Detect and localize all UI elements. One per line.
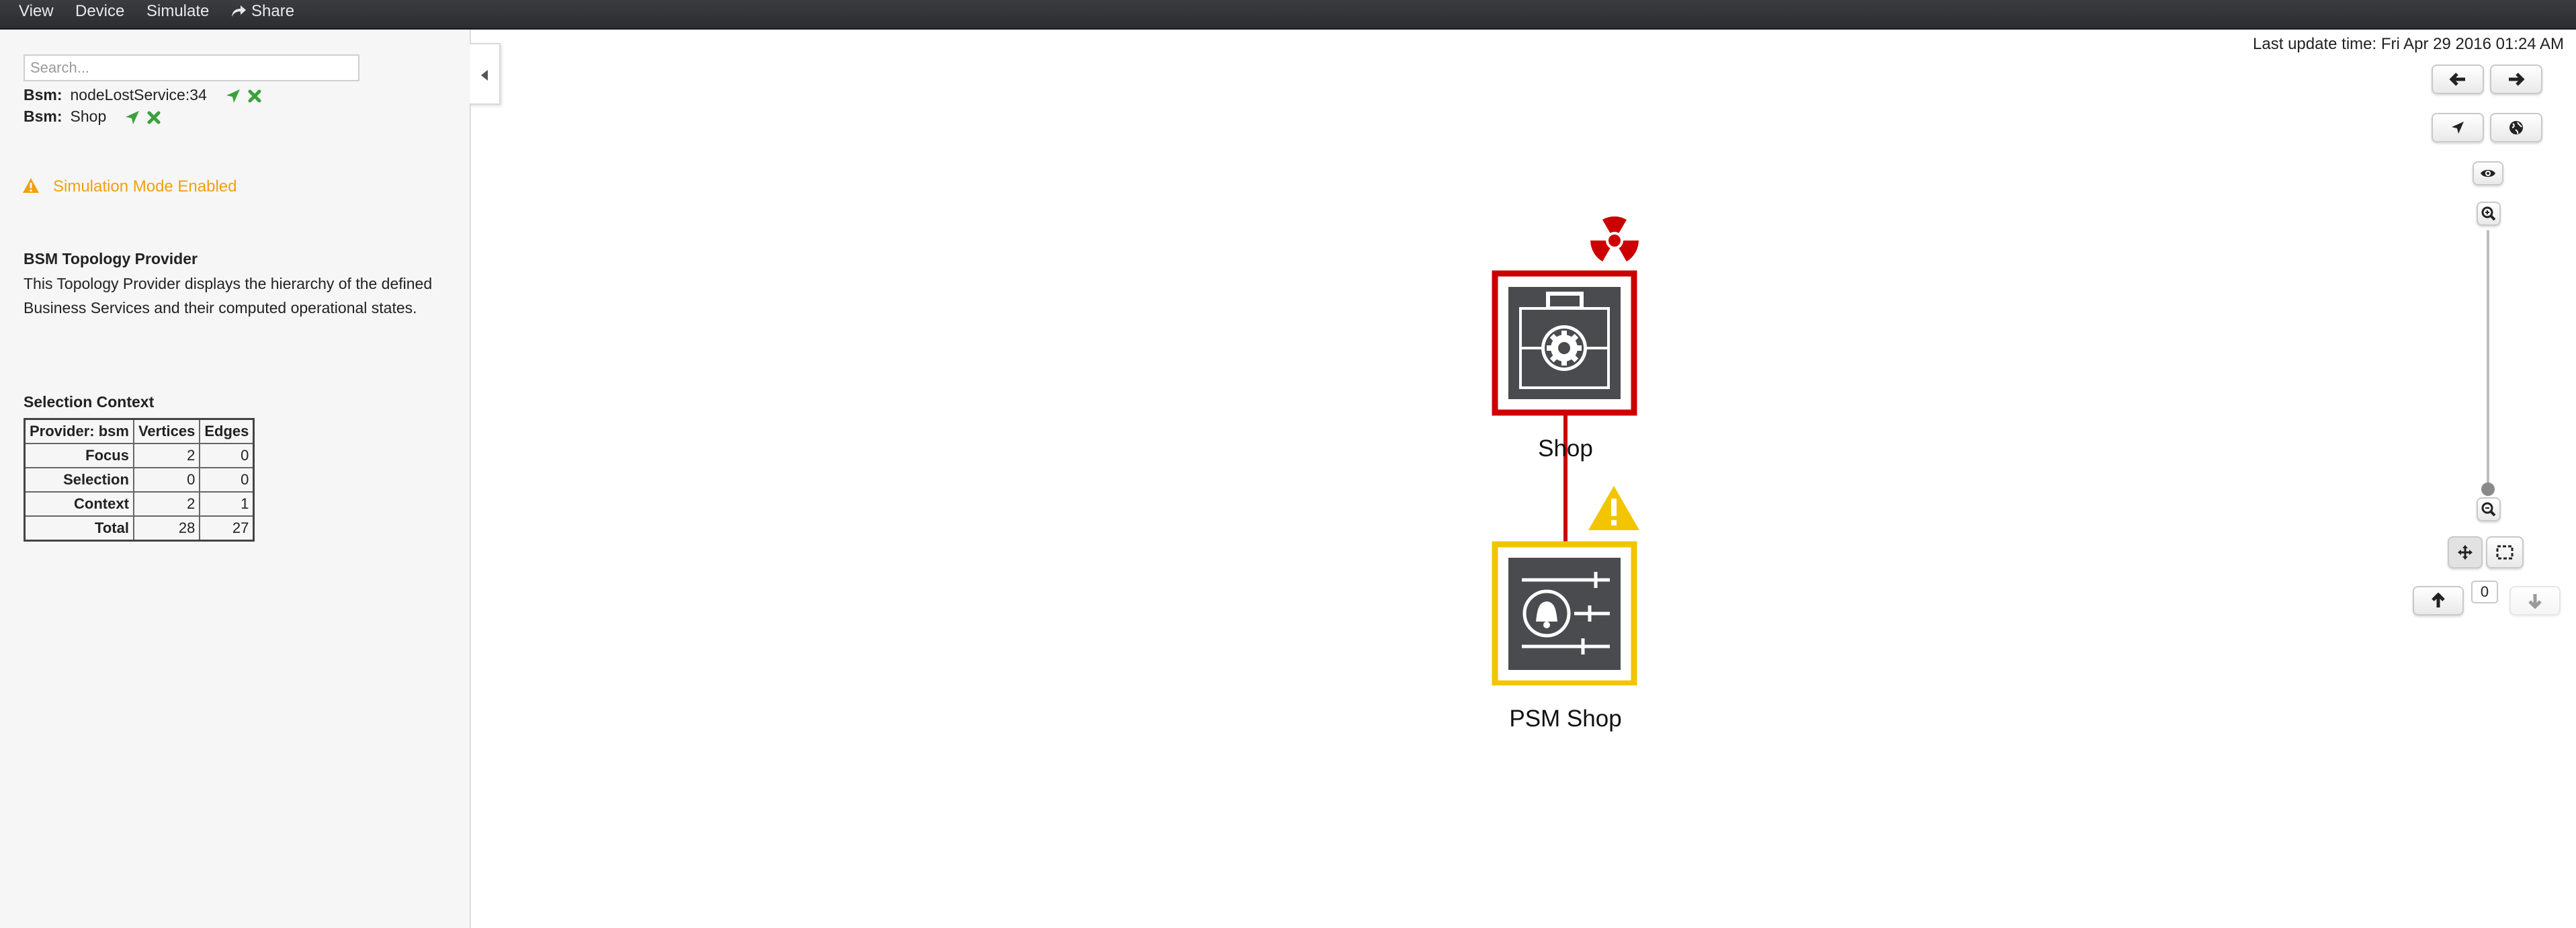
vertices-cell: 2 xyxy=(132,491,201,517)
search-criteria-item: Bsm: nodeLostService:34 xyxy=(24,85,263,105)
menu-device[interactable]: Device xyxy=(75,0,124,28)
center-view-button[interactable] xyxy=(2432,113,2484,142)
row-label: Selection xyxy=(24,467,134,493)
zoom-in-icon xyxy=(2481,206,2496,221)
zoom-out-icon xyxy=(2481,502,2496,517)
zoom-in-button[interactable] xyxy=(2477,202,2501,226)
row-label: Context xyxy=(24,491,134,517)
criteria-value: nodeLostService:34 xyxy=(70,86,207,103)
provider-title: BSM Topology Provider xyxy=(24,250,198,267)
semantic-zoom-level: 0 xyxy=(2471,581,2498,603)
warning-icon xyxy=(23,178,39,193)
arrow-down-icon xyxy=(2528,594,2542,609)
row-label: Total xyxy=(24,515,134,542)
alarm-sliders-icon xyxy=(1508,558,1621,670)
warning-status-icon xyxy=(1588,486,1639,530)
caret-left-icon xyxy=(481,70,488,81)
table-header-row: Provider: bsm Vertices Edges xyxy=(24,418,255,444)
simulation-mode-text: Simulation Mode Enabled xyxy=(53,177,237,196)
selection-context-table: Provider: bsm Vertices Edges Focus 2 0 S… xyxy=(24,418,255,542)
row-label: Focus xyxy=(24,443,134,468)
arrow-left-icon xyxy=(2449,73,2465,86)
simulation-mode-notice: Simulation Mode Enabled xyxy=(22,177,237,196)
focus-arrow-icon[interactable] xyxy=(224,87,242,105)
briefcase-gear-icon xyxy=(1508,287,1621,399)
selection-context-title: Selection Context xyxy=(24,393,155,411)
vertices-cell: 0 xyxy=(132,467,201,493)
column-header: Provider: bsm xyxy=(24,418,134,444)
vertices-cell: 2 xyxy=(132,443,201,468)
provider-description: This Topology Provider displays the hier… xyxy=(24,275,433,317)
history-forward-button[interactable] xyxy=(2490,65,2542,94)
arrow-right-icon xyxy=(2509,73,2525,86)
criteria-value: Shop xyxy=(70,108,107,125)
search-input[interactable] xyxy=(24,54,359,81)
focus-arrow-icon[interactable] xyxy=(124,109,141,126)
table-row: Total 28 27 xyxy=(24,515,255,542)
arrow-up-icon xyxy=(2432,593,2445,607)
critical-status-icon xyxy=(1590,216,1639,262)
select-mode-button[interactable] xyxy=(2486,536,2524,568)
pan-mode-button[interactable] xyxy=(2448,536,2483,568)
search-criteria-item: Bsm: Shop xyxy=(24,106,163,126)
vertex-label-shop: Shop xyxy=(1538,435,1593,462)
semantic-zoom-up-button[interactable] xyxy=(2413,586,2464,616)
menu-view[interactable]: View xyxy=(19,0,54,28)
semantic-zoom-down-button[interactable] xyxy=(2509,586,2561,616)
history-back-button[interactable] xyxy=(2432,65,2484,94)
move-arrows-icon xyxy=(2458,545,2473,560)
share-label: Share xyxy=(251,2,295,20)
edges-cell: 0 xyxy=(199,443,255,468)
menu-share[interactable]: Share xyxy=(230,0,294,28)
vertex-label-psm-shop: PSM Shop xyxy=(1509,706,1622,732)
globe-icon xyxy=(2509,121,2523,134)
vertex-shop[interactable] xyxy=(1492,270,1637,416)
marquee-select-icon xyxy=(2496,545,2514,560)
menu-simulate[interactable]: Simulate xyxy=(146,0,209,28)
eye-icon xyxy=(2481,169,2495,177)
last-update-time: Last update time: Fri Apr 29 2016 01:24 … xyxy=(2253,35,2564,53)
vertices-cell: 28 xyxy=(132,515,201,542)
zoom-slider-track[interactable] xyxy=(2487,230,2489,489)
location-arrow-icon xyxy=(2452,122,2464,134)
table-row: Context 2 1 xyxy=(24,491,255,517)
edges-cell: 1 xyxy=(199,491,255,517)
column-header: Edges xyxy=(199,418,255,444)
table-row: Selection 0 0 xyxy=(24,467,255,493)
share-icon xyxy=(232,5,246,17)
show-all-button[interactable] xyxy=(2473,161,2503,185)
edges-cell: 27 xyxy=(199,515,255,542)
criteria-key: Bsm: xyxy=(24,108,62,125)
collapse-panel-button[interactable] xyxy=(470,43,501,105)
zoom-slider-handle[interactable] xyxy=(2481,482,2495,496)
remove-x-icon[interactable] xyxy=(145,109,163,126)
top-menu-bar: View Device Simulate Share xyxy=(0,0,2576,30)
edges-cell: 0 xyxy=(199,467,255,493)
criteria-key: Bsm: xyxy=(24,86,62,103)
map-view-button[interactable] xyxy=(2490,113,2542,142)
remove-x-icon[interactable] xyxy=(246,87,263,105)
vertex-psm-shop[interactable] xyxy=(1492,541,1637,685)
left-panel: Bsm: nodeLostService:34 Bsm: Shop Simulati… xyxy=(0,30,471,928)
zoom-out-button[interactable] xyxy=(2477,497,2501,521)
table-row: Focus 2 0 xyxy=(24,443,255,468)
column-header: Vertices xyxy=(132,418,201,444)
